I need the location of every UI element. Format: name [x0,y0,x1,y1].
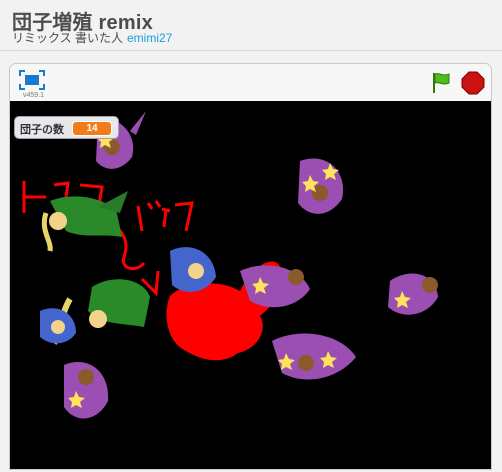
fullscreen-icon [19,70,45,90]
header-divider [0,50,502,51]
scratch-player: v459.1 団子の数 14 [9,63,492,470]
project-header: 団子増殖 remix リミックス 書いた人 emimi27 [0,0,502,50]
player-toolbar: v459.1 [10,64,491,102]
wizard-figure-3 [240,265,310,308]
stop-button[interactable] [461,71,485,95]
variable-monitor: 団子の数 14 [14,116,119,139]
project-stage[interactable]: 団子の数 14 [10,101,491,469]
fullscreen-button[interactable] [19,70,45,90]
green-flag-icon [433,73,450,93]
stop-sign-icon [461,71,485,95]
monitor-value: 14 [72,121,112,136]
wizard-figure-2 [298,158,344,214]
wizard-figure-4 [388,273,438,315]
green-flag-button[interactable] [430,71,454,95]
blue-witch-2 [40,308,76,344]
author-link[interactable]: emimi27 [127,31,172,45]
monitor-label: 団子の数 [20,124,64,136]
project-byline: リミックス 書いた人 emimi27 [12,29,172,46]
stage-scene [22,111,438,419]
byline-prefix: リミックス 書いた人 [12,31,123,45]
green-witch-1 [41,191,128,252]
version-label: v459.1 [23,92,45,99]
wizard-figure-5 [272,333,356,380]
wizard-figure-6 [64,362,109,419]
